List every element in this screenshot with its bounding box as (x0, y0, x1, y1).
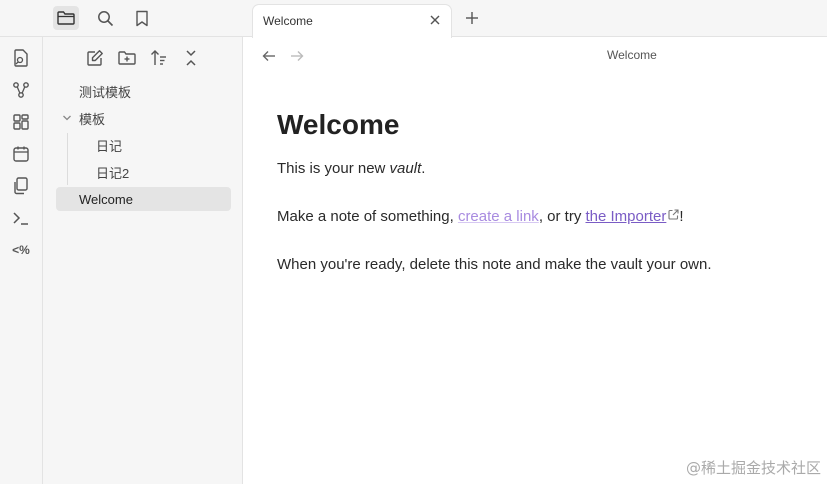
tree-item-label: Welcome (79, 191, 133, 207)
search-tab-icon[interactable] (92, 6, 118, 30)
text: . (421, 160, 426, 177)
new-note-icon[interactable] (83, 47, 107, 69)
note-heading: Welcome (277, 109, 400, 140)
templates-icon[interactable] (10, 175, 32, 197)
editor-area: Welcome Welcome Welcome This is your new… (243, 0, 827, 484)
bookmarks-tab-icon[interactable] (129, 6, 155, 30)
arrow-left-icon[interactable] (260, 47, 278, 65)
new-folder-icon[interactable] (115, 47, 139, 69)
tree-folder-item[interactable]: 模板 (56, 106, 231, 130)
text: ! (679, 208, 684, 225)
tree-item-label: 日记 (96, 138, 123, 154)
tree-file-item-active[interactable]: Welcome (56, 187, 231, 211)
sort-order-icon[interactable] (147, 47, 171, 69)
text: , or try (538, 208, 586, 225)
tab-bar: Welcome (243, 0, 827, 38)
command-palette-icon[interactable] (10, 207, 32, 229)
tree-item-label: 模板 (79, 111, 106, 127)
open-quick-switcher-icon[interactable] (10, 47, 32, 69)
watermark: @稀土掘金技术社区 (685, 459, 821, 477)
tree-file-item[interactable]: 日记2 (56, 160, 231, 184)
graph-view-icon[interactable] (10, 79, 32, 101)
tree-file-item[interactable]: 测试模板 (56, 79, 231, 103)
new-tab-icon[interactable] (463, 9, 481, 27)
note-paragraph: Make a note of something, create a link,… (277, 207, 684, 227)
tree-file-item[interactable]: 日记 (56, 133, 231, 157)
text: Make a note of something, (277, 208, 458, 225)
arrow-right-icon[interactable] (288, 47, 306, 65)
tab-welcome[interactable]: Welcome (252, 4, 452, 38)
canvas-icon[interactable] (10, 111, 32, 133)
left-ribbon: <% (0, 0, 43, 484)
text: This is your new (277, 160, 390, 177)
tab-title: Welcome (263, 14, 313, 28)
file-explorer-sidebar (43, 0, 243, 484)
view-title[interactable]: Welcome (607, 48, 657, 62)
external-link[interactable]: the Importer (585, 208, 666, 225)
tree-item-label: 测试模板 (79, 84, 132, 100)
tree-item-label: 日记2 (96, 165, 130, 181)
chevron-down-icon[interactable] (61, 114, 73, 122)
files-tab-icon[interactable] (53, 6, 79, 30)
internal-link[interactable]: create a link (458, 208, 539, 225)
close-icon[interactable] (427, 12, 443, 28)
sidebar-topbar (0, 0, 243, 37)
note-paragraph: When you're ready, delete this note and … (277, 256, 712, 273)
collapse-all-icon[interactable] (179, 47, 203, 69)
templater-icon[interactable]: <% (10, 239, 32, 261)
external-link-icon (668, 209, 679, 220)
note-paragraph: This is your new vault. (277, 159, 425, 179)
emphasis-text: vault (389, 160, 422, 177)
note-content[interactable]: Welcome This is your new vault. Make a n… (277, 106, 797, 273)
daily-note-icon[interactable] (10, 143, 32, 165)
